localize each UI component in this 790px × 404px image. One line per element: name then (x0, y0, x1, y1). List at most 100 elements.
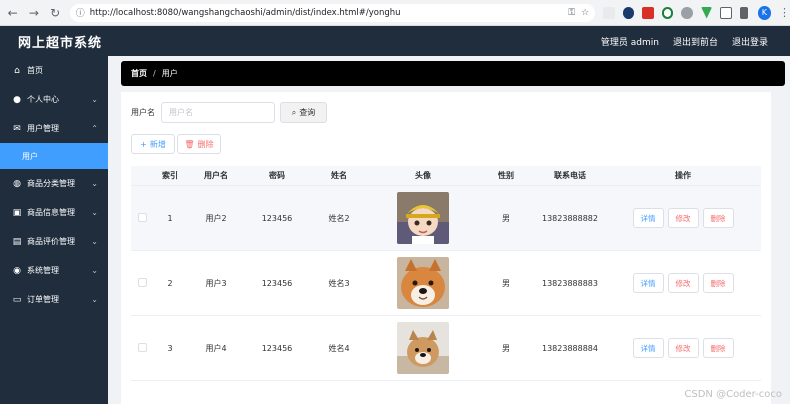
detail-button[interactable]: 详情 (632, 208, 664, 228)
delete-button[interactable]: 删除 (702, 273, 734, 293)
extension-icon[interactable] (603, 6, 615, 19)
chevron-down-icon: ⌄ (91, 208, 98, 217)
sidebar-item-personal[interactable]: ● 个人中心 ⌄ (0, 85, 108, 114)
watermark: CSDN @Coder-coco (684, 389, 782, 400)
column-header: 性别 (498, 171, 514, 180)
query-button-label: 查询 (299, 108, 316, 117)
app-title: 网上超市系统 (18, 35, 103, 51)
row-checkbox[interactable] (137, 277, 147, 287)
delete-button-label: 删除 (197, 139, 214, 149)
sidebar-item-home[interactable]: ⌂ 首页 (0, 56, 108, 85)
name-cell: 姓名2 (328, 213, 350, 223)
password-cell: 123456 (261, 278, 293, 288)
menu-kebab-icon[interactable]: ⋮ (779, 6, 790, 19)
row-checkbox-cell (131, 277, 153, 289)
add-button-label: 新增 (149, 139, 166, 149)
mail-icon: ✉ (13, 123, 21, 134)
sidebar-item-label: 商品分类管理 (27, 179, 75, 188)
edit-button[interactable]: 修改 (667, 208, 699, 228)
chevron-down-icon: ⌄ (91, 295, 98, 304)
sidebar-item-category[interactable]: ◍ 商品分类管理 ⌄ (0, 169, 108, 198)
bookmark-star-icon[interactable]: ☆ (581, 8, 589, 18)
table-header: 索引 用户名 密码 姓名 头像 性别 联系电话 操作 (131, 166, 761, 186)
sidebar-item-product-info[interactable]: ▣ 商品信息管理 ⌄ (0, 198, 108, 227)
delete-button[interactable]: 删除 (702, 338, 734, 358)
plus-icon: + (140, 139, 147, 149)
edit-button[interactable]: 修改 (667, 338, 699, 358)
chat-icon: ▭ (12, 294, 22, 305)
edit-button[interactable]: 修改 (667, 273, 699, 293)
row-checkbox[interactable] (137, 342, 147, 352)
sidebar-item-product-review[interactable]: ▤ 商品评价管理 ⌄ (0, 227, 108, 256)
username-search-input[interactable] (161, 102, 275, 123)
extension-icon[interactable] (681, 6, 693, 19)
user-icon: ● (13, 94, 21, 105)
sidebar-item-orders[interactable]: ▭ 订单管理 ⌄ (0, 285, 108, 314)
chevron-up-icon: ⌃ (91, 124, 98, 133)
trash-icon: 🗑 (184, 139, 195, 149)
address-bar[interactable]: ⓘ http://localhost:8080/wangshangchaoshi… (69, 3, 596, 22)
info-icon[interactable]: ⓘ (76, 6, 85, 19)
column-header: 联系电话 (554, 171, 586, 180)
breadcrumb-separator: / (153, 69, 156, 78)
password-cell: 123456 (261, 213, 293, 223)
detail-button[interactable]: 详情 (632, 338, 664, 358)
sidebar-item-user-management[interactable]: ✉ 用户管理 ⌃ (0, 114, 108, 143)
column-header: 索引 (162, 171, 178, 180)
sidebar-item-label: 订单管理 (27, 295, 59, 304)
delete-button[interactable]: 删除 (702, 208, 734, 228)
profile-avatar[interactable]: K (757, 5, 772, 20)
column-header: 姓名 (331, 171, 347, 180)
extension-icon[interactable] (642, 6, 654, 19)
extension-icon[interactable] (700, 6, 713, 19)
chevron-down-icon: ⌄ (91, 237, 98, 246)
index-cell: 2 (167, 278, 173, 288)
extension-icon[interactable] (622, 6, 635, 19)
breadcrumb-current: 用户 (161, 69, 178, 78)
sidebar-item-system[interactable]: ◉ 系统管理 ⌄ (0, 256, 108, 285)
row-checkbox[interactable] (137, 212, 147, 222)
query-button[interactable]: ⌕ 查询 (280, 102, 327, 123)
sidebar-item-label: 用户管理 (27, 124, 59, 133)
username-cell: 用户2 (205, 213, 227, 223)
sex-cell: 男 (502, 343, 510, 353)
key-icon[interactable]: ⚿ (568, 8, 575, 18)
avatar-photo[interactable] (397, 322, 449, 374)
avatar-photo[interactable] (397, 257, 449, 309)
chevron-down-icon: ⌄ (91, 179, 98, 188)
operations-cell: 详情 修改 删除 (605, 338, 761, 358)
logout-link[interactable]: 退出登录 (732, 35, 768, 48)
column-header: 操作 (675, 171, 691, 180)
forward-icon[interactable]: → (25, 4, 42, 22)
front-link[interactable]: 退出到前台 (673, 35, 718, 48)
sex-cell: 男 (502, 278, 510, 288)
browser-toolbar: ← → ↻ ⓘ http://localhost:8080/wangshangc… (0, 0, 790, 26)
extensions-puzzle-icon[interactable] (720, 6, 732, 19)
phone-cell: 13823888884 (542, 343, 598, 353)
detail-button[interactable]: 详情 (632, 273, 664, 293)
breadcrumb: 首页 / 用户 (121, 61, 785, 86)
chevron-down-icon: ⌄ (91, 95, 98, 104)
phone-cell: 13823888882 (542, 213, 598, 223)
phone-cell: 13823888883 (542, 278, 598, 288)
reload-icon[interactable]: ↻ (47, 4, 64, 22)
sidebar-item-users[interactable]: 用户 (0, 143, 108, 169)
app-header: 网上超市系统 管理员 admin 退出到前台 退出登录 (0, 26, 790, 56)
operations-cell: 详情 修改 删除 (605, 208, 761, 228)
breadcrumb-home[interactable]: 首页 (131, 68, 147, 79)
index-cell: 1 (167, 213, 173, 223)
add-button[interactable]: + 新增 (131, 134, 175, 154)
extension-icon[interactable] (661, 6, 674, 19)
username-cell: 用户4 (205, 343, 227, 353)
back-icon[interactable]: ← (4, 4, 21, 22)
sidepanel-icon[interactable] (739, 6, 748, 19)
avatar-photo[interactable] (397, 192, 449, 244)
username-cell: 用户3 (205, 278, 227, 288)
table-row: 1 用户2 123456 姓名2 男 13823888882 详情 修改 删除 (131, 186, 761, 251)
search-form: 用户名 ⌕ 查询 (131, 102, 327, 123)
sidebar-item-label: 个人中心 (27, 95, 59, 104)
content-panel: 用户名 ⌕ 查询 + 新增 🗑 删除 索引 用户名 密码 姓名 (121, 92, 771, 404)
chevron-down-icon: ⌄ (91, 266, 98, 275)
batch-delete-button[interactable]: 🗑 删除 (177, 134, 221, 154)
sex-cell: 男 (502, 213, 510, 223)
